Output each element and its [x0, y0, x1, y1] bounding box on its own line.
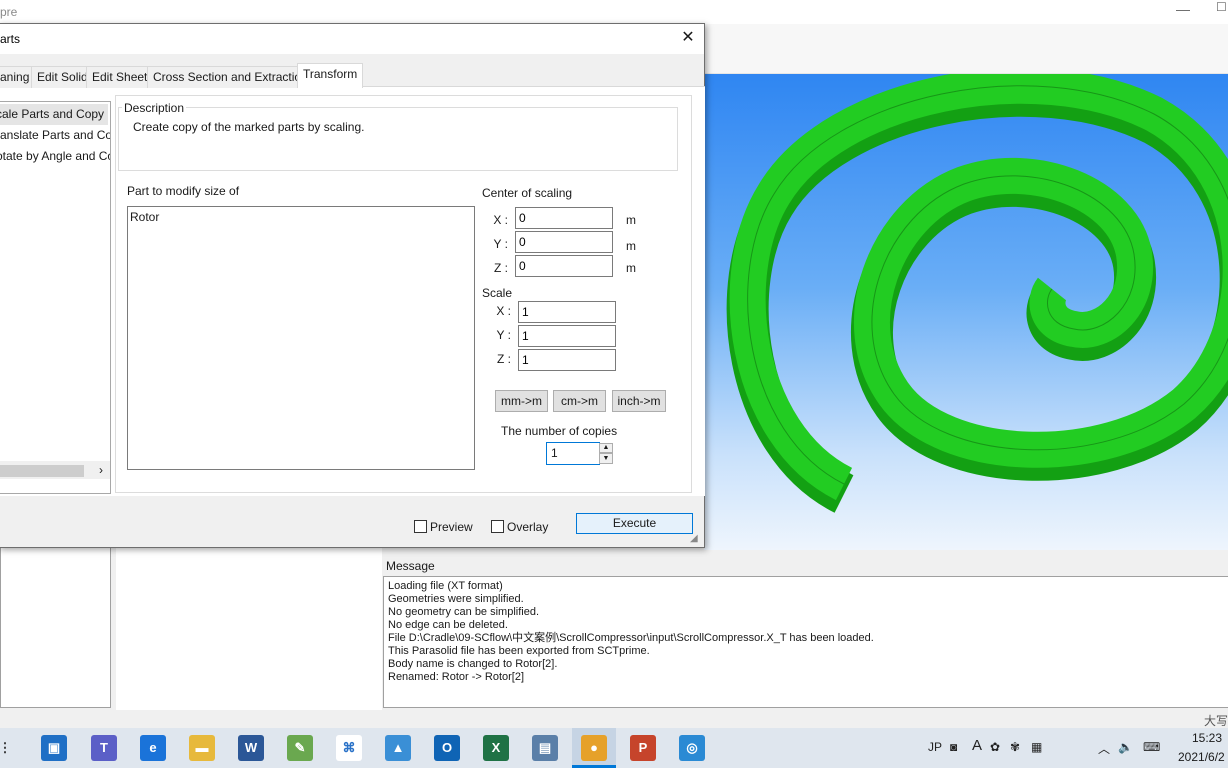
scroll-rotor-model: [726, 74, 1228, 513]
menu-scroll-thumb[interactable]: [0, 465, 84, 477]
scale-y-input[interactable]: [518, 325, 616, 347]
tree-panel: [0, 548, 111, 708]
message-log[interactable]: Loading file (XT format) Geometries were…: [383, 576, 1228, 708]
parts-label: Part to modify size of: [127, 184, 240, 198]
close-dialog-button[interactable]: ✕: [677, 27, 699, 49]
center-z-label: Z :: [494, 261, 508, 275]
word-icon[interactable]: W: [238, 735, 264, 761]
network-app-icon[interactable]: ⌘: [336, 735, 362, 761]
tab-strip: aning Edit Solid Edit Sheet Cross Sectio…: [0, 63, 705, 88]
menu-item-rotate-parts[interactable]: otate by Angle and Co: [0, 146, 110, 167]
description-text: Create copy of the marked parts by scali…: [133, 120, 365, 134]
dialog-titlebar[interactable]: [0, 24, 704, 54]
tab-transform[interactable]: Transform: [297, 63, 364, 88]
app-title: pre: [0, 5, 18, 19]
message-line: No geometry can be simplified.: [388, 606, 540, 618]
task-view-icon[interactable]: ⋮: [0, 735, 18, 761]
inch-to-m-button[interactable]: inch->m: [612, 390, 666, 412]
scale-x-label: X :: [496, 304, 511, 318]
overlay-checkbox[interactable]: [491, 520, 504, 533]
execute-button[interactable]: Execute: [576, 513, 693, 534]
tray-app-icon[interactable]: ✾: [1010, 740, 1020, 754]
message-line: This Parasolid file has been exported fr…: [388, 645, 650, 657]
tab-edit-sheet[interactable]: Edit Sheet: [86, 66, 154, 88]
volume-icon[interactable]: 🔈: [1118, 740, 1133, 754]
app-titlebar: [0, 0, 1228, 24]
store-icon[interactable]: ▣: [41, 735, 67, 761]
tab-edit-solid[interactable]: Edit Solid: [31, 66, 94, 88]
center-z-input[interactable]: [515, 255, 613, 277]
scroll-right-arrow-icon[interactable]: ›: [94, 461, 108, 479]
clock-time[interactable]: 15:23: [1192, 731, 1222, 745]
tray-package-icon[interactable]: ▦: [1031, 740, 1042, 754]
scale-z-input[interactable]: [518, 349, 616, 371]
ime-indicator[interactable]: JP: [928, 740, 942, 754]
message-line: Geometries were simplified.: [388, 593, 524, 605]
scale-z-label: Z :: [497, 352, 511, 366]
center-x-label: X :: [493, 213, 508, 227]
maximize-window-button[interactable]: ☐: [1216, 0, 1228, 20]
remote-desktop-icon[interactable]: ▤: [532, 735, 558, 761]
photos-icon[interactable]: ▲: [385, 735, 411, 761]
tray-app-icon[interactable]: ✿: [990, 740, 1000, 754]
outlook-icon[interactable]: O: [434, 735, 460, 761]
message-line: Loading file (XT format): [388, 580, 503, 592]
center-y-input[interactable]: [515, 231, 613, 253]
message-title: Message: [386, 559, 435, 573]
center-x-input[interactable]: [515, 207, 613, 229]
preview-checkbox[interactable]: [414, 520, 427, 533]
copies-label: The number of copies: [501, 424, 618, 438]
center-of-scaling-label: Center of scaling: [482, 186, 573, 200]
center-y-label: Y :: [493, 237, 508, 251]
scale-label: Scale: [482, 286, 513, 300]
dialog-title: arts: [0, 32, 21, 46]
center-z-unit: m: [626, 261, 636, 275]
menu-item-translate-parts[interactable]: ranslate Parts and Cop: [0, 125, 110, 146]
keyboard-icon[interactable]: ⌨: [1143, 740, 1160, 754]
powerpoint-icon[interactable]: P: [630, 735, 656, 761]
file-explorer-icon[interactable]: ▬: [189, 735, 215, 761]
status-text: 大写: [1204, 714, 1228, 728]
edge-icon[interactable]: e: [140, 735, 166, 761]
message-header: [382, 556, 1228, 576]
transform-menu-list: cale Parts and Copy ranslate Parts and C…: [0, 101, 111, 494]
scale-y-label: Y :: [496, 328, 511, 342]
sctprime-icon[interactable]: ●: [581, 735, 607, 761]
message-line: Body name is changed to Rotor[2].: [388, 658, 558, 670]
cm-to-m-button[interactable]: cm->m: [553, 390, 606, 412]
tab-cross-section[interactable]: Cross Section and Extraction: [147, 66, 314, 88]
description-legend: Description: [122, 101, 187, 115]
clock-date[interactable]: 2021/6/2: [1178, 750, 1225, 764]
3d-viewport[interactable]: [704, 74, 1228, 550]
description-group: [118, 107, 678, 171]
teams-icon[interactable]: T: [91, 735, 117, 761]
parts-listbox[interactable]: Rotor: [127, 206, 475, 470]
property-panel: [116, 548, 382, 710]
mm-to-m-button[interactable]: mm->m: [495, 390, 548, 412]
ime-mode-indicator[interactable]: A: [972, 737, 982, 754]
message-line: Renamed: Rotor -> Rotor[2]: [388, 671, 525, 683]
show-hidden-icons-icon[interactable]: ︿: [1098, 740, 1110, 757]
ime-tool-icon[interactable]: ◙: [950, 740, 957, 754]
menu-item-scale-parts[interactable]: cale Parts and Copy: [0, 104, 108, 125]
preview-label: Preview: [430, 520, 473, 534]
center-y-unit: m: [626, 239, 636, 253]
spin-up-arrow-icon[interactable]: ▲: [599, 443, 613, 453]
excel-icon[interactable]: X: [483, 735, 509, 761]
copies-spinbox[interactable]: 1: [546, 442, 600, 465]
resize-grip-icon[interactable]: ◢: [690, 533, 702, 545]
scale-x-input[interactable]: [518, 301, 616, 323]
editor-icon[interactable]: ✎: [287, 735, 313, 761]
message-line: No edge can be deleted.: [388, 619, 508, 631]
overlay-label: Overlay: [507, 520, 549, 534]
list-item[interactable]: Rotor: [130, 210, 472, 224]
status-bar: [0, 710, 1228, 728]
message-line: File D:\Cradle\09-SCflow\中文案例\ScrollComp…: [388, 632, 874, 644]
center-x-unit: m: [626, 213, 636, 227]
minimize-window-button[interactable]: —: [1174, 1, 1192, 21]
search-app-icon[interactable]: ◎: [679, 735, 705, 761]
spin-down-arrow-icon[interactable]: ▼: [599, 453, 613, 464]
